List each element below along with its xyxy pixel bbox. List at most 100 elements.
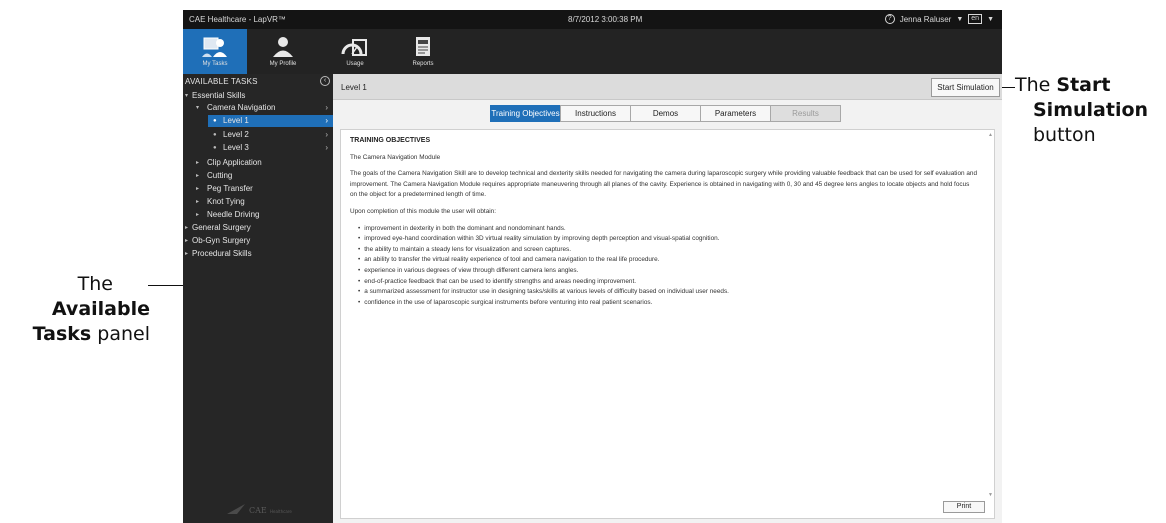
stage: The Available Tasks panel The Start Simu… bbox=[0, 0, 1166, 523]
list-item: the ability to maintain a steady lens fo… bbox=[358, 245, 978, 256]
tab-training-objectives[interactable]: Training Objectives bbox=[490, 105, 561, 122]
expanded-icon: ▾ bbox=[196, 105, 200, 111]
chevron-down-icon[interactable]: ▼ bbox=[987, 16, 994, 23]
svg-text:Healthcare: Healthcare bbox=[270, 509, 292, 514]
annotation-text-bold: Simulation bbox=[1033, 99, 1149, 121]
level-title: Level 1 bbox=[341, 83, 367, 92]
user-menu[interactable]: Jenna Raluser bbox=[900, 15, 952, 24]
tree-item-label: Essential Skills bbox=[192, 91, 246, 100]
annotation-text-pre: The bbox=[1015, 74, 1057, 96]
tree-item-label: Knot Tying bbox=[207, 197, 245, 206]
logo-mark: CAE Healthcare bbox=[227, 504, 292, 515]
chevron-right-icon: › bbox=[325, 116, 328, 125]
content-area: TRAINING OBJECTIVES The Camera Navigatio… bbox=[340, 129, 995, 519]
toolbar-reports[interactable]: Reports bbox=[391, 29, 455, 74]
annotation-text-post: button bbox=[1033, 124, 1096, 146]
start-simulation-button[interactable]: Start Simulation bbox=[931, 78, 1000, 97]
tree-item-label: Needle Driving bbox=[207, 210, 260, 219]
collapse-icon[interactable]: ‹ bbox=[320, 76, 330, 86]
main-toolbar: My Tasks My Profile Usage Reports bbox=[183, 29, 1002, 74]
chevron-right-icon: › bbox=[325, 143, 328, 152]
list-item: experience in various degrees of view th… bbox=[358, 266, 978, 277]
toolbar-my-tasks[interactable]: My Tasks bbox=[183, 29, 247, 74]
chevron-right-icon: › bbox=[325, 103, 328, 112]
language-select[interactable]: en bbox=[968, 14, 983, 24]
bullet-icon: ● bbox=[213, 132, 217, 138]
list-item: a summarized assessment for instructor u… bbox=[358, 287, 978, 298]
tree-item-label: Level 2 bbox=[223, 130, 249, 139]
collapsed-icon: ▸ bbox=[185, 238, 189, 244]
list-item: improvement in dexterity in both the dom… bbox=[358, 224, 978, 235]
description-paragraph: The goals of the Camera Navigation Skill… bbox=[350, 170, 978, 199]
section-heading: TRAINING OBJECTIVES bbox=[350, 137, 431, 144]
chevron-down-icon[interactable]: ▼ bbox=[956, 16, 963, 23]
list-item: confidence in the use of laparoscopic su… bbox=[358, 298, 978, 309]
collapsed-icon: ▸ bbox=[196, 173, 200, 179]
available-tasks-annotation: The Available Tasks panel bbox=[0, 272, 150, 347]
reports-icon bbox=[416, 37, 430, 56]
tree-item-level-2[interactable]: ● Level 2 › bbox=[183, 129, 333, 141]
panel-title: AVAILABLE TASKS bbox=[185, 77, 258, 86]
tree-item-needle-driving[interactable]: ▸ Needle Driving bbox=[183, 209, 333, 221]
collapsed-icon: ▸ bbox=[185, 225, 189, 231]
annotation-text-post: panel bbox=[91, 323, 150, 345]
toolbar-label: My Profile bbox=[269, 61, 297, 67]
chevron-right-icon: › bbox=[325, 130, 328, 139]
toolbar-label: Usage bbox=[346, 61, 364, 67]
datetime: 8/7/2012 3:00:38 PM bbox=[568, 15, 643, 24]
cae-logo: CAE Healthcare bbox=[223, 502, 293, 516]
tree-item-label: Procedural Skills bbox=[192, 249, 252, 258]
tab-demos[interactable]: Demos bbox=[630, 105, 701, 122]
toolbar-my-profile[interactable]: My Profile bbox=[251, 29, 315, 74]
collapsed-icon: ▸ bbox=[196, 199, 200, 205]
tree-item-cutting[interactable]: ▸ Cutting bbox=[183, 170, 333, 182]
app-title: CAE Healthcare - LapVR™ bbox=[189, 15, 286, 24]
tree-item-knot-tying[interactable]: ▸ Knot Tying bbox=[183, 196, 333, 208]
outcome-intro: Upon completion of this module the user … bbox=[350, 207, 496, 215]
tree-item-ob-gyn-surgery[interactable]: ▸ Ob-Gyn Surgery bbox=[183, 235, 333, 247]
tree-item-label: Level 3 bbox=[223, 143, 249, 152]
tree-item-essential-skills[interactable]: ▾ Essential Skills bbox=[183, 90, 333, 102]
scroll-up-icon[interactable]: ▲ bbox=[988, 132, 993, 138]
tree-item-label: Clip Application bbox=[207, 158, 262, 167]
list-item: end-of-practice feedback that can be use… bbox=[358, 277, 978, 288]
training-objectives-document: TRAINING OBJECTIVES The Camera Navigatio… bbox=[350, 136, 978, 308]
svg-text:CAE: CAE bbox=[249, 506, 267, 515]
tab-bar: Training Objectives Instructions Demos P… bbox=[490, 105, 841, 122]
tree-item-level-3[interactable]: ● Level 3 › bbox=[183, 142, 333, 154]
tree-item-level-1[interactable]: ● Level 1 › bbox=[208, 115, 333, 127]
print-button[interactable]: Print bbox=[943, 501, 985, 513]
tree-item-label: Ob-Gyn Surgery bbox=[192, 236, 251, 245]
tree-item-peg-transfer[interactable]: ▸ Peg Transfer bbox=[183, 183, 333, 195]
level-bar: Level 1 Start Simulation bbox=[333, 74, 1002, 100]
tab-results: Results bbox=[770, 105, 841, 122]
help-icon[interactable]: ? bbox=[884, 14, 895, 24]
collapsed-icon: ▸ bbox=[196, 186, 200, 192]
available-tasks-panel: AVAILABLE TASKS ‹ ▾ Essential Skills ▾ C… bbox=[183, 74, 333, 523]
collapsed-icon: ▸ bbox=[185, 251, 189, 257]
tree-item-camera-navigation[interactable]: ▾ Camera Navigation › bbox=[183, 102, 333, 114]
annotation-text-bold: Start bbox=[1056, 74, 1111, 96]
toolbar-label: My Tasks bbox=[202, 61, 228, 67]
scrollbar[interactable]: ▲ ▼ bbox=[986, 130, 994, 518]
tree-item-general-surgery[interactable]: ▸ General Surgery bbox=[183, 222, 333, 234]
annotation-text-bold: Available bbox=[51, 298, 150, 320]
scroll-down-icon[interactable]: ▼ bbox=[988, 492, 993, 498]
list-item: an ability to transfer the virtual reali… bbox=[358, 255, 978, 266]
toolbar-usage[interactable]: Usage bbox=[323, 29, 387, 74]
app-window: CAE Healthcare - LapVR™ 8/7/2012 3:00:38… bbox=[183, 10, 1002, 523]
tree-item-label: General Surgery bbox=[192, 223, 251, 232]
tree-item-clip-application[interactable]: ▸ Clip Application bbox=[183, 157, 333, 169]
expanded-icon: ▾ bbox=[185, 93, 189, 99]
title-bar: CAE Healthcare - LapVR™ 8/7/2012 3:00:38… bbox=[183, 10, 1002, 29]
tab-parameters[interactable]: Parameters bbox=[700, 105, 771, 122]
tree-item-label: Camera Navigation bbox=[207, 103, 276, 112]
annotation-text-bold: Tasks bbox=[32, 323, 92, 345]
collapsed-icon: ▸ bbox=[196, 160, 200, 166]
tree-item-procedural-skills[interactable]: ▸ Procedural Skills bbox=[183, 248, 333, 260]
tree-item-label: Cutting bbox=[207, 171, 233, 180]
collapsed-icon: ▸ bbox=[196, 212, 200, 218]
profile-icon bbox=[273, 37, 293, 57]
usage-icon bbox=[341, 39, 367, 56]
tab-instructions[interactable]: Instructions bbox=[560, 105, 631, 122]
